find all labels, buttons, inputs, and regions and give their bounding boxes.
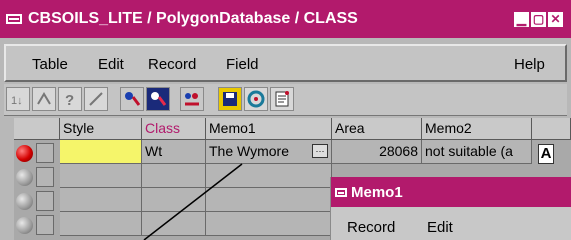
title-bar[interactable]: CBSOILS_LITE / PolygonDatabase / CLASS ▁… [0, 0, 571, 38]
memo1-window: Memo1 Record Edit [330, 177, 571, 240]
window-controls: ▁ ▢ ✕ [514, 11, 563, 27]
menu-bar: Table Edit Record Field Help [4, 44, 567, 82]
menu-help[interactable]: Help [514, 56, 545, 73]
select-all-icon[interactable] [146, 87, 170, 111]
system-menu-icon[interactable] [335, 187, 347, 197]
toolbar: 1↓ ? [4, 84, 567, 116]
memo-menu-record[interactable]: Record [347, 219, 395, 236]
menu-record[interactable]: Record [148, 56, 196, 73]
class-table-window: CBSOILS_LITE / PolygonDatabase / CLASS ▁… [0, 0, 571, 240]
svg-text:1↓: 1↓ [11, 95, 23, 107]
close-button[interactable]: ✕ [548, 11, 563, 27]
menu-edit[interactable]: Edit [98, 56, 124, 73]
report-icon[interactable] [270, 87, 294, 111]
system-menu-icon[interactable] [6, 14, 22, 24]
select-icon[interactable] [120, 87, 144, 111]
memo-menu-edit[interactable]: Edit [427, 219, 453, 236]
refresh-icon[interactable] [244, 87, 268, 111]
menu-field[interactable]: Field [226, 56, 259, 73]
filter-icon[interactable] [84, 87, 108, 111]
svg-text:?: ? [65, 92, 74, 108]
sort-descending-icon[interactable] [32, 87, 56, 111]
query-icon[interactable]: ? [58, 87, 82, 111]
tag-icon[interactable] [180, 87, 204, 111]
menu-table[interactable]: Table [32, 56, 68, 73]
restore-button[interactable]: ▢ [531, 11, 546, 27]
memo1-title-bar[interactable]: Memo1 [331, 177, 571, 207]
sort-ascending-icon[interactable]: 1↓ [6, 87, 30, 111]
minimize-button[interactable]: ▁ [514, 11, 529, 27]
window-title: CBSOILS_LITE / PolygonDatabase / CLASS [28, 10, 358, 27]
memo1-title: Memo1 [351, 183, 403, 201]
save-icon[interactable] [218, 87, 242, 111]
